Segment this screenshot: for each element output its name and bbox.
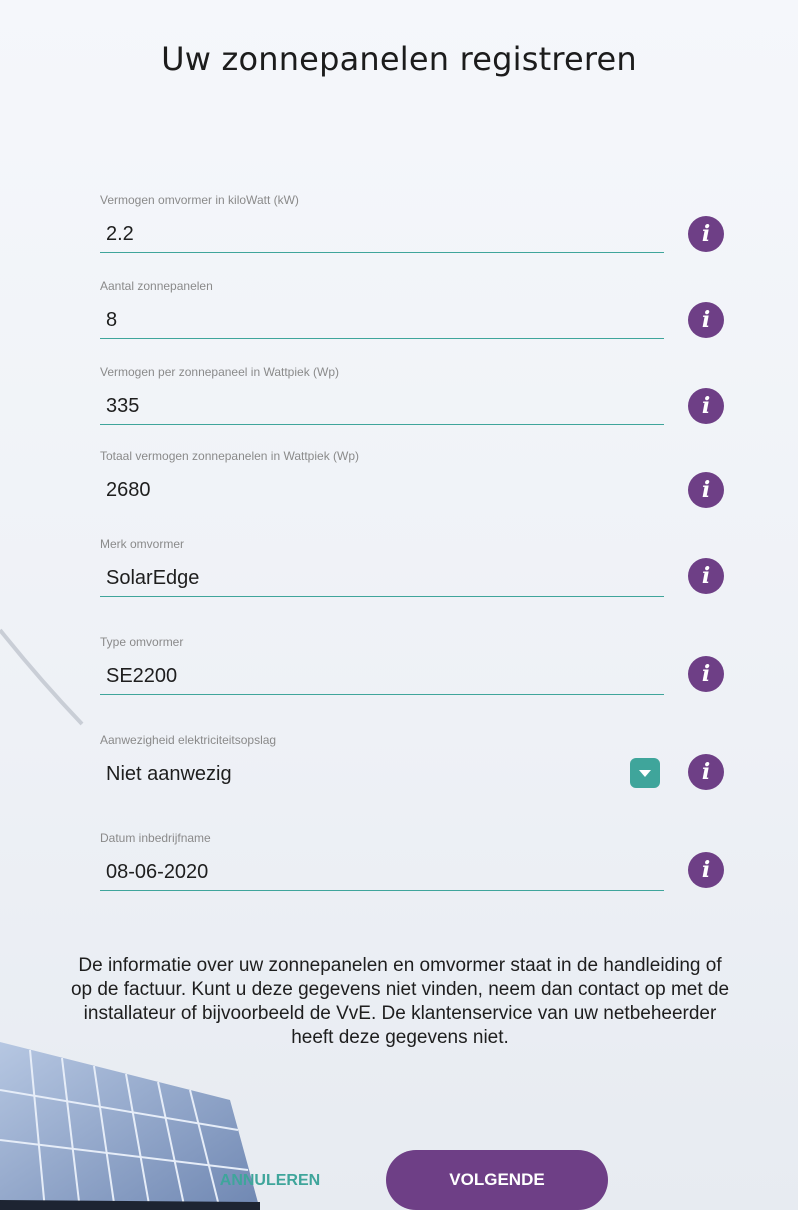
commissioning-date-field[interactable]: Datum inbedrijfname 08-06-2020 [100, 830, 664, 891]
field-value[interactable]: 8 [100, 294, 664, 338]
info-icon[interactable]: i [688, 388, 724, 424]
inverter-type-field[interactable]: Type omvormer SE2200 [100, 634, 664, 695]
field-underline [100, 694, 664, 695]
select-value[interactable]: Niet aanwezig [100, 748, 664, 792]
info-icon[interactable]: i [688, 472, 724, 508]
field-label: Merk omvormer [100, 537, 185, 551]
inverter-brand-field[interactable]: Merk omvormer SolarEdge [100, 536, 664, 597]
info-icon[interactable]: i [688, 656, 724, 692]
field-underline [100, 890, 664, 891]
field-underline [100, 508, 664, 509]
next-button[interactable]: VOLGENDE [386, 1150, 608, 1210]
total-power-field: Totaal vermogen zonnepanelen in Wattpiek… [100, 448, 664, 509]
field-label: Aantal zonnepanelen [100, 279, 213, 293]
field-underline [100, 792, 664, 793]
field-underline [100, 424, 664, 425]
field-label: Type omvormer [100, 635, 184, 649]
inverter-power-field[interactable]: Vermogen omvormer in kiloWatt (kW) 2.2 [100, 192, 664, 253]
page-title: Uw zonnepanelen registreren [161, 40, 637, 78]
field-label: Aanwezigheid elektriciteitsopslag [100, 733, 277, 747]
panel-count-field[interactable]: Aantal zonnepanelen 8 [100, 278, 664, 339]
info-icon[interactable]: i [688, 558, 724, 594]
panel-power-field[interactable]: Vermogen per zonnepaneel in Wattpiek (Wp… [100, 364, 664, 425]
field-value[interactable]: 2.2 [100, 208, 664, 252]
chevron-down-icon[interactable] [630, 758, 660, 788]
field-value[interactable]: 335 [100, 380, 664, 424]
field-label: Vermogen omvormer in kiloWatt (kW) [100, 193, 299, 207]
field-label: Totaal vermogen zonnepanelen in Wattpiek… [100, 449, 360, 463]
field-underline [100, 338, 664, 339]
info-icon[interactable]: i [688, 302, 724, 338]
decorative-curve [0, 628, 84, 726]
field-value[interactable]: 08-06-2020 [100, 846, 664, 890]
info-icon[interactable]: i [688, 754, 724, 790]
field-value: 2680 [106, 479, 151, 501]
storage-presence-select[interactable]: Aanwezigheid elektriciteitsopslag Niet a… [100, 732, 664, 793]
field-value[interactable]: SE2200 [100, 650, 664, 694]
field-label: Datum inbedrijfname [100, 831, 211, 845]
cancel-button[interactable]: ANNULEREN [200, 1166, 340, 1196]
info-icon[interactable]: i [688, 852, 724, 888]
field-underline [100, 596, 664, 597]
field-value[interactable]: SolarEdge [100, 552, 664, 596]
info-icon[interactable]: i [688, 216, 724, 252]
field-label: Vermogen per zonnepaneel in Wattpiek (Wp… [100, 365, 340, 379]
field-underline [100, 252, 664, 253]
